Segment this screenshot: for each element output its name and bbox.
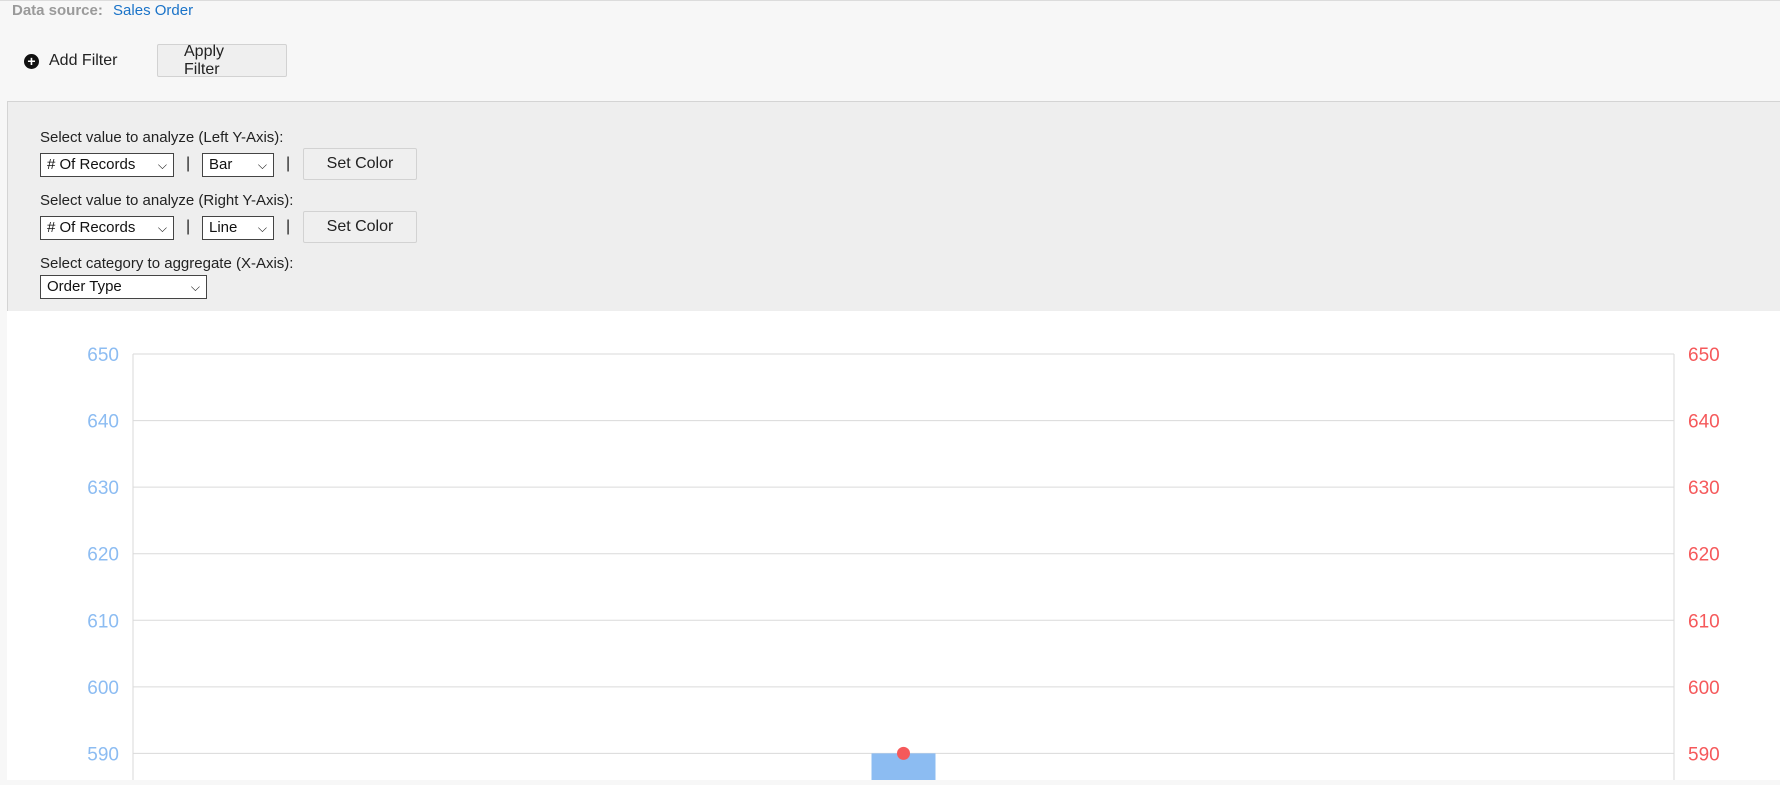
right-chart-type-text: Line xyxy=(209,219,238,236)
left-y-tick-label: 650 xyxy=(87,345,119,366)
right-y-tick-label: 640 xyxy=(1688,412,1720,433)
separator: | xyxy=(286,155,291,172)
left-value-select[interactable]: # Of Records ⌵ xyxy=(40,153,174,177)
chevron-down-icon: ⌵ xyxy=(157,221,167,235)
chevron-down-icon: ⌵ xyxy=(157,158,167,172)
left-chart-type-text: Bar xyxy=(209,156,233,173)
line-point xyxy=(897,746,910,760)
x-category-text: Order Type xyxy=(47,278,122,295)
x-category-select[interactable]: Order Type ⌵ xyxy=(40,275,207,299)
left-value-text: # Of Records xyxy=(47,156,136,173)
add-filter-label: Add Filter xyxy=(49,52,118,69)
right-y-tick-label: 610 xyxy=(1688,611,1720,632)
separator: | xyxy=(286,218,291,235)
plus-circle-icon: + xyxy=(24,53,39,69)
chart-config-panel: Select value to analyze (Left Y-Axis): #… xyxy=(7,101,1780,311)
left-axis-label: Select value to analyze (Left Y-Axis): xyxy=(40,129,284,146)
chevron-down-icon: ⌵ xyxy=(257,221,267,235)
left-set-color-button[interactable]: Set Color xyxy=(303,148,417,180)
right-y-tick-label: 650 xyxy=(1688,345,1720,366)
right-value-text: # Of Records xyxy=(47,219,136,236)
right-y-tick-label: 630 xyxy=(1688,478,1720,499)
left-y-tick-label: 630 xyxy=(87,478,119,499)
left-chart-type-select[interactable]: Bar ⌵ xyxy=(202,153,274,177)
separator: | xyxy=(186,218,191,235)
right-chart-type-select[interactable]: Line ⌵ xyxy=(202,216,274,240)
filter-bar: + Add Filter xyxy=(24,44,117,78)
right-y-tick-label: 600 xyxy=(1688,678,1720,699)
chevron-down-icon: ⌵ xyxy=(190,280,200,294)
top-border xyxy=(0,0,1780,1)
right-y-tick-label: 620 xyxy=(1688,545,1720,566)
left-y-tick-label: 640 xyxy=(87,412,119,433)
apply-filter-button[interactable]: Apply Filter xyxy=(157,43,287,78)
left-y-tick-label: 600 xyxy=(87,678,119,699)
left-y-tick-label: 590 xyxy=(87,744,119,765)
right-value-select[interactable]: # Of Records ⌵ xyxy=(40,216,174,240)
x-axis-label: Select category to aggregate (X-Axis): xyxy=(40,255,294,272)
right-set-color-button[interactable]: Set Color xyxy=(303,211,417,243)
combo-chart: 590 600 610 620 630 640 650 590 600 610 620 630 640 6… xyxy=(87,345,1720,780)
add-filter-button[interactable]: + Add Filter xyxy=(24,52,117,70)
left-y-tick-label: 620 xyxy=(87,545,119,566)
separator: | xyxy=(186,155,191,172)
right-axis-label: Select value to analyze (Right Y-Axis): xyxy=(40,192,294,209)
left-y-tick-label: 610 xyxy=(87,611,119,632)
chart-area: 590 600 610 620 630 640 650 590 600 610 620 630 640 6… xyxy=(7,311,1780,780)
right-y-tick-label: 590 xyxy=(1688,744,1720,765)
data-source-label: Data source: xyxy=(12,2,103,19)
chevron-down-icon: ⌵ xyxy=(257,158,267,172)
data-source: Data source: Sales Order xyxy=(12,1,193,21)
data-source-link[interactable]: Sales Order xyxy=(113,2,193,19)
